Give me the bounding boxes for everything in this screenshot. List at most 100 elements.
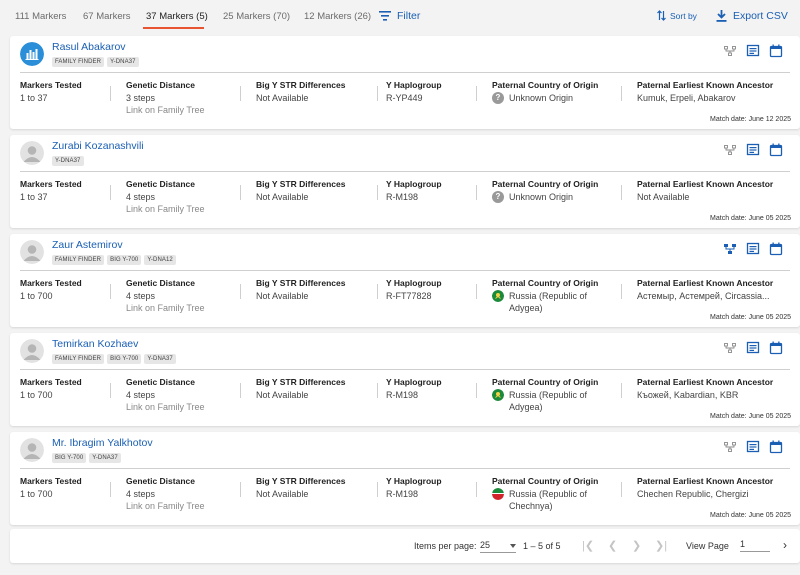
match-name[interactable]: Zaur Astemirov bbox=[52, 239, 123, 251]
ancestor-column: Paternal Earliest Known Ancestor Not Avai… bbox=[637, 178, 787, 203]
column-divider bbox=[110, 383, 111, 398]
family-tree-icon[interactable] bbox=[723, 242, 737, 256]
link-family-tree[interactable]: Link on Family Tree bbox=[126, 500, 205, 513]
calendar-icon[interactable] bbox=[769, 143, 783, 157]
big-y-column: Big Y STR Differences Not Available bbox=[256, 277, 345, 302]
person-avatar[interactable] bbox=[20, 339, 44, 363]
filter-label: Filter bbox=[397, 10, 421, 22]
notes-icon[interactable] bbox=[746, 242, 760, 256]
download-icon bbox=[716, 10, 727, 22]
big-y-column: Big Y STR Differences Not Available bbox=[256, 79, 345, 104]
person-avatar[interactable] bbox=[20, 438, 44, 462]
link-family-tree[interactable]: Link on Family Tree bbox=[126, 302, 205, 315]
calendar-icon[interactable] bbox=[769, 44, 783, 58]
go-page-icon[interactable]: › bbox=[783, 538, 787, 552]
column-divider bbox=[476, 185, 477, 200]
first-page-icon[interactable]: |❮ bbox=[582, 539, 594, 552]
export-csv-button[interactable]: Export CSV bbox=[716, 10, 788, 22]
last-page-icon[interactable]: ❯| bbox=[655, 539, 667, 552]
test-tag: FAMILY FINDER bbox=[52, 255, 105, 265]
column-divider bbox=[621, 86, 622, 101]
column-divider bbox=[377, 86, 378, 101]
markers-tested-column: Markers Tested 1 to 37 bbox=[20, 178, 82, 203]
markers-tested-value: 1 to 700 bbox=[20, 389, 53, 400]
ancestor-column: Paternal Earliest Known Ancestor Астемыр,… bbox=[637, 277, 787, 302]
column-divider bbox=[476, 383, 477, 398]
big-y-header: Big Y STR Differences bbox=[256, 80, 346, 90]
tab-25-markers[interactable]: 25 Markers (70) bbox=[223, 11, 290, 22]
tab-111-markers[interactable]: 111 Markers bbox=[15, 11, 66, 22]
big-y-header: Big Y STR Differences bbox=[256, 476, 346, 486]
adygea-flag-icon bbox=[492, 388, 504, 401]
ancestor-column: Paternal Earliest Known Ancestor Kumuk, E… bbox=[637, 79, 787, 104]
items-per-page-select[interactable]: 25 bbox=[480, 540, 516, 553]
match-name[interactable]: Zurabi Kozanashvili bbox=[52, 140, 144, 152]
link-family-tree[interactable]: Link on Family Tree bbox=[126, 401, 205, 414]
family-tree-icon[interactable] bbox=[723, 440, 737, 454]
country-value: Unknown Origin bbox=[509, 191, 574, 202]
haplogroup-column: Y Haplogroup R-M198 bbox=[386, 178, 442, 203]
link-family-tree[interactable]: Link on Family Tree bbox=[126, 104, 205, 117]
column-divider bbox=[621, 185, 622, 200]
prev-page-icon[interactable]: ❮ bbox=[608, 539, 617, 552]
marker-tabs-bar: 111 Markers 67 Markers 37 Markers (5) 25… bbox=[0, 0, 800, 32]
person-avatar[interactable] bbox=[20, 141, 44, 165]
column-divider bbox=[110, 482, 111, 497]
country-header: Paternal Country of Origin bbox=[492, 377, 599, 387]
country-value: Unknown Origin bbox=[509, 92, 574, 103]
big-y-value: Not Available bbox=[256, 389, 309, 400]
calendar-icon[interactable] bbox=[769, 341, 783, 355]
person-avatar[interactable] bbox=[20, 240, 44, 264]
match-name[interactable]: Rasul Abakarov bbox=[52, 41, 126, 53]
calendar-icon[interactable] bbox=[769, 242, 783, 256]
haplogroup-column: Y Haplogroup R-FT77828 bbox=[386, 277, 442, 302]
match-card: Temirkan Kozhaev FAMILY FINDER BIG Y-700 Y-… bbox=[10, 333, 800, 426]
filter-button[interactable]: Filter bbox=[379, 10, 420, 22]
sort-button[interactable]: Sort by bbox=[657, 10, 697, 21]
family-tree-icon[interactable] bbox=[723, 341, 737, 355]
haplogroup-header: Y Haplogroup bbox=[386, 476, 442, 486]
genetic-distance-header: Genetic Distance bbox=[126, 278, 195, 288]
family-tree-icon[interactable] bbox=[723, 44, 737, 58]
big-y-column: Big Y STR Differences Not Available bbox=[256, 178, 345, 203]
column-divider bbox=[240, 185, 241, 200]
match-date: Match date: June 05 2025 bbox=[710, 215, 791, 222]
tab-37-markers[interactable]: 37 Markers (5) bbox=[146, 11, 208, 22]
test-tag: Y-DNA37 bbox=[89, 453, 121, 463]
notes-icon[interactable] bbox=[746, 44, 760, 58]
tab-67-markers[interactable]: 67 Markers bbox=[83, 11, 131, 22]
column-divider bbox=[240, 383, 241, 398]
test-tag: Y-DNA12 bbox=[144, 255, 176, 265]
column-divider bbox=[240, 86, 241, 101]
country-header: Paternal Country of Origin bbox=[492, 476, 599, 486]
page-number-input[interactable]: 1 bbox=[740, 539, 770, 552]
notes-icon[interactable] bbox=[746, 440, 760, 454]
next-page-disabled-icon[interactable]: ❯ bbox=[632, 539, 641, 552]
genetic-distance-header: Genetic Distance bbox=[126, 377, 195, 387]
question-icon: ? bbox=[492, 91, 504, 104]
match-name[interactable]: Mr. Ibragim Yalkhotov bbox=[52, 437, 153, 449]
genetic-distance-value: 4 steps bbox=[126, 488, 156, 499]
match-card: Rasul Abakarov FAMILY FINDER Y-DNA37 Marker… bbox=[10, 36, 800, 129]
country-column: Paternal Country of Origin? Unknown Origi… bbox=[492, 178, 617, 203]
genetic-distance-column: Genetic Distance 3 steps Link on Family Tr… bbox=[126, 79, 205, 117]
ancestor-column: Paternal Earliest Known Ancestor Къожей, … bbox=[637, 376, 787, 401]
dropdown-arrow-icon bbox=[510, 544, 516, 548]
genetic-distance-column: Genetic Distance 4 steps Link on Family Tr… bbox=[126, 178, 205, 216]
calendar-icon[interactable] bbox=[769, 440, 783, 454]
chart-avatar[interactable] bbox=[20, 42, 44, 66]
big-y-header: Big Y STR Differences bbox=[256, 278, 346, 288]
match-date: Match date: June 05 2025 bbox=[710, 512, 791, 519]
link-family-tree[interactable]: Link on Family Tree bbox=[126, 203, 205, 216]
match-name[interactable]: Temirkan Kozhaev bbox=[52, 338, 138, 350]
tab-12-markers[interactable]: 12 Markers (26) bbox=[304, 11, 371, 22]
ancestor-header: Paternal Earliest Known Ancestor bbox=[637, 179, 774, 189]
export-csv-label: Export CSV bbox=[733, 10, 788, 22]
markers-tested-value: 1 to 37 bbox=[20, 92, 48, 103]
big-y-header: Big Y STR Differences bbox=[256, 179, 346, 189]
notes-icon[interactable] bbox=[746, 143, 760, 157]
card-divider bbox=[20, 468, 790, 469]
family-tree-icon[interactable] bbox=[723, 143, 737, 157]
notes-icon[interactable] bbox=[746, 341, 760, 355]
column-divider bbox=[377, 185, 378, 200]
